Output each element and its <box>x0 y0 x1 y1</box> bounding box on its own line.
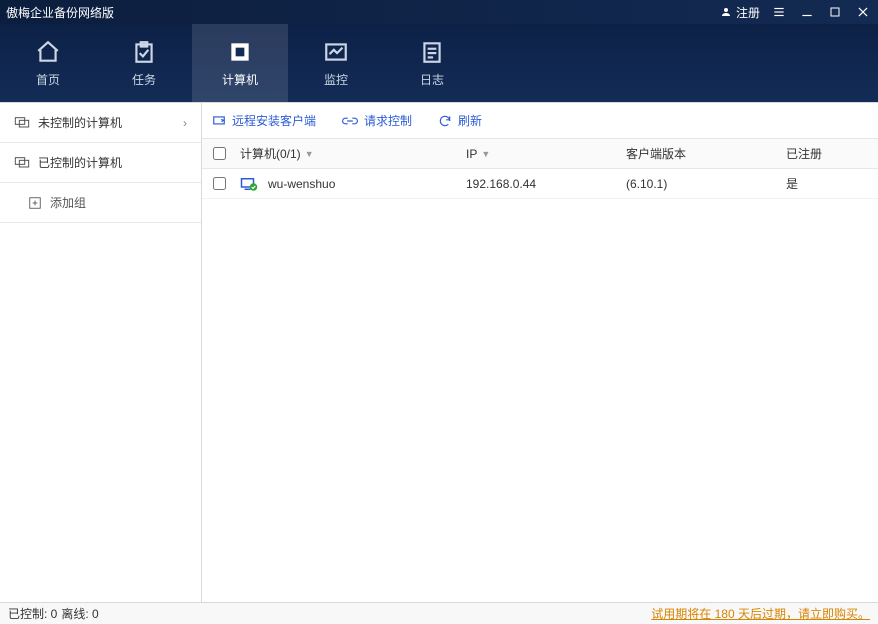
plus-box-icon <box>28 196 42 210</box>
tool-label: 请求控制 <box>364 112 412 129</box>
select-all-checkbox[interactable] <box>213 147 226 160</box>
minimize-icon <box>800 5 814 19</box>
maximize-icon <box>829 6 841 18</box>
col-label: 计算机(0/1) <box>240 145 301 162</box>
table-header: 计算机(0/1) ▼ IP ▼ 客户端版本 已注册 <box>202 139 878 169</box>
nav-label: 计算机 <box>222 71 258 88</box>
nav-monitor[interactable]: 监控 <box>288 24 384 102</box>
status-offline: 离线: 0 <box>61 605 98 622</box>
titlebar-actions: 注册 <box>720 3 872 21</box>
title-bar: 傲梅企业备份网络版 注册 <box>0 0 878 24</box>
body: 未控制的计算机 › 已控制的计算机 添加组 远程安装客户端 请求控制 刷新 <box>0 102 878 602</box>
sidebar: 未控制的计算机 › 已控制的计算机 添加组 <box>0 103 202 602</box>
computer-icon <box>227 39 253 65</box>
cell-registered: 是 <box>786 177 798 191</box>
sidebar-item-label: 已控制的计算机 <box>38 154 122 171</box>
install-icon <box>212 114 226 128</box>
nav-tasks[interactable]: 任务 <box>96 24 192 102</box>
toolbar: 远程安装客户端 请求控制 刷新 <box>202 103 878 139</box>
sort-icon: ▼ <box>481 149 490 159</box>
maximize-button[interactable] <box>826 3 844 21</box>
chevron-right-icon: › <box>183 116 187 130</box>
nav-computers[interactable]: 计算机 <box>192 24 288 102</box>
main-nav: 首页 任务 计算机 监控 日志 <box>0 24 878 102</box>
close-icon <box>856 5 870 19</box>
tool-label: 刷新 <box>458 112 482 129</box>
col-header-ip[interactable]: IP ▼ <box>466 147 626 161</box>
nav-logs[interactable]: 日志 <box>384 24 480 102</box>
col-label: IP <box>466 147 477 161</box>
sidebar-item-uncontrolled[interactable]: 未控制的计算机 › <box>0 103 201 143</box>
list-icon <box>772 5 786 19</box>
table-row[interactable]: wu-wenshuo 192.168.0.44 (6.10.1) 是 <box>202 169 878 199</box>
register-button[interactable]: 注册 <box>720 4 760 21</box>
trial-notice-link[interactable]: 试用期将在 180 天后过期，请立即购买。 <box>651 605 870 622</box>
remote-install-button[interactable]: 远程安装客户端 <box>212 112 316 129</box>
close-button[interactable] <box>854 3 872 21</box>
monitor-icon <box>323 39 349 65</box>
task-icon <box>131 39 157 65</box>
col-label: 客户端版本 <box>626 147 686 161</box>
status-bar: 已控制: 0 离线: 0 试用期将在 180 天后过期，请立即购买。 <box>0 602 878 624</box>
refresh-icon <box>438 114 452 128</box>
sidebar-item-controlled[interactable]: 已控制的计算机 <box>0 143 201 183</box>
nav-home[interactable]: 首页 <box>0 24 96 102</box>
cell-version: (6.10.1) <box>626 177 667 191</box>
minimize-button[interactable] <box>798 3 816 21</box>
nav-label: 任务 <box>132 71 156 88</box>
sort-icon: ▼ <box>305 149 314 159</box>
nav-label: 监控 <box>324 71 348 88</box>
app-title: 傲梅企业备份网络版 <box>6 4 720 21</box>
log-icon <box>419 39 445 65</box>
col-header-version[interactable]: 客户端版本 <box>626 145 786 162</box>
sidebar-item-add-group[interactable]: 添加组 <box>0 183 201 223</box>
nav-label: 首页 <box>36 71 60 88</box>
user-icon <box>720 6 732 18</box>
col-label: 已注册 <box>786 147 822 161</box>
home-icon <box>35 39 61 65</box>
cell-name: wu-wenshuo <box>268 177 335 191</box>
refresh-button[interactable]: 刷新 <box>438 112 482 129</box>
row-checkbox[interactable] <box>213 177 226 190</box>
register-label: 注册 <box>736 4 760 21</box>
col-header-registered[interactable]: 已注册 <box>786 145 878 162</box>
link-icon <box>342 115 358 127</box>
computer-status-icon <box>240 177 258 191</box>
request-control-button[interactable]: 请求控制 <box>342 112 412 129</box>
main-panel: 远程安装客户端 请求控制 刷新 计算机(0/1) ▼ IP ▼ 客户端版本 <box>202 103 878 602</box>
sidebar-item-label: 未控制的计算机 <box>38 114 122 131</box>
tool-label: 远程安装客户端 <box>232 112 316 129</box>
sidebar-item-label: 添加组 <box>50 194 86 211</box>
menu-button[interactable] <box>770 3 788 21</box>
monitor-small-icon <box>14 156 30 170</box>
monitor-small-icon <box>14 116 30 130</box>
status-controlled: 已控制: 0 <box>8 605 57 622</box>
col-header-computer[interactable]: 计算机(0/1) ▼ <box>236 145 466 162</box>
cell-ip: 192.168.0.44 <box>466 177 536 191</box>
nav-label: 日志 <box>420 71 444 88</box>
